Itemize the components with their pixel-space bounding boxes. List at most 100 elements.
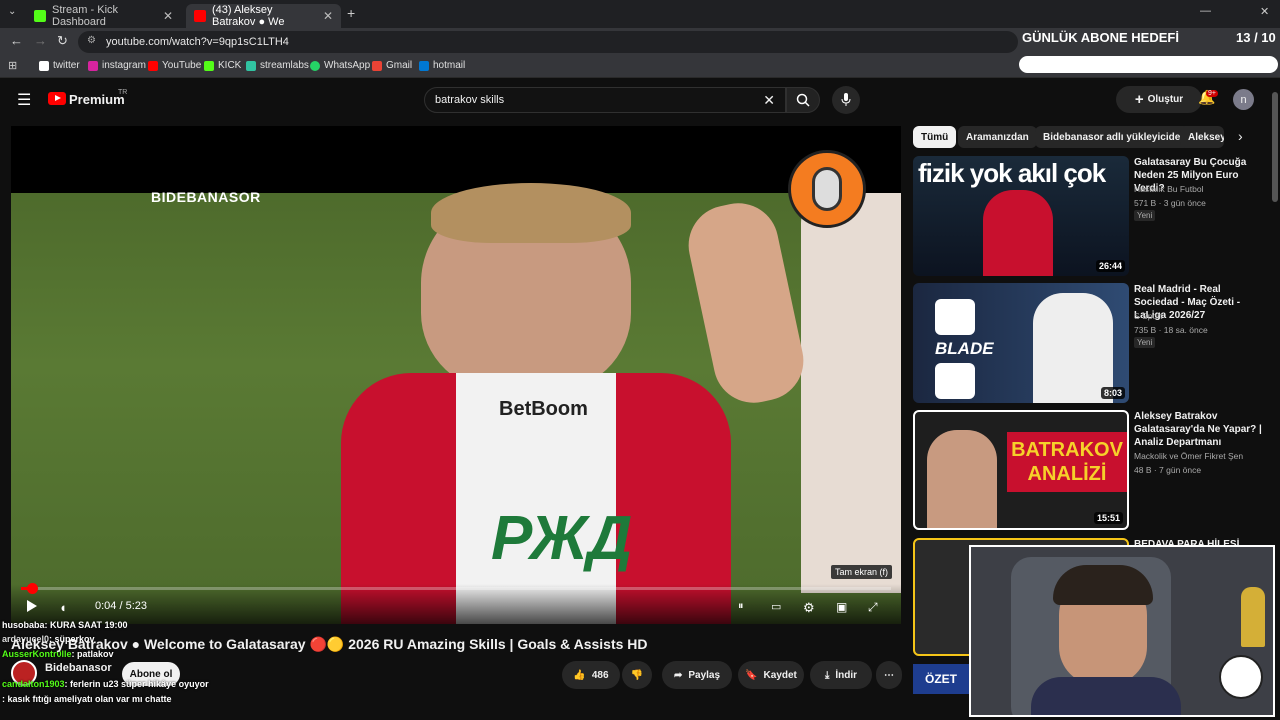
share-button[interactable]: ➦ Paylaş [662,661,732,689]
minimize-icon[interactable]: — [1200,5,1211,17]
scrubber-handle[interactable] [26,583,38,594]
bookmark-streamlabs[interactable]: streamlabs [246,60,309,71]
video-player[interactable]: BetBoom РЖД BIDEBANASOR Tam ekran (f) ◖ … [11,126,901,624]
recommendation-item[interactable]: fizik yok akıl çok 26:44 Galatasaray Bu … [913,156,1273,276]
bookmark-youtube[interactable]: YouTube [148,60,201,71]
background-player [801,193,901,593]
chat-message: candalton1903: ferlerin u23 süper hikâye… [2,679,209,689]
channel-name[interactable]: Bidebanasor [45,662,112,674]
chip-from-search[interactable]: Aramanızdan [958,126,1037,148]
bookmark-hotmail[interactable]: hotmail [419,60,465,71]
youtube-logo-text[interactable]: Premium [69,92,125,107]
forward-icon[interactable]: → [34,33,47,48]
bookmark-instagram[interactable]: instagram [88,60,146,71]
back-icon[interactable]: ← [10,33,23,48]
youtube-logo-icon[interactable] [48,92,66,105]
tab-label: (43) Aleksey Batrakov ● We [212,4,285,28]
microphone-icon [812,167,842,211]
bookmark-kick[interactable]: KICK [204,60,241,71]
share-icon: ➦ [673,669,683,681]
new-badge: Yeni [1134,210,1156,221]
duration-badge: 26:44 [1095,260,1125,272]
search-value: batrakov skills [435,94,505,106]
subscriber-goal-label: GÜNLÜK ABONE HEDEFİ [1022,30,1179,45]
channel-name[interactable]: Hastalık Bu Futbol [1134,184,1203,194]
bookmark-twitter[interactable]: twitter [39,60,80,71]
outlook-icon [419,60,429,71]
tab-search-icon[interactable]: ⌄ [8,6,16,17]
video-frame: BetBoom РЖД [11,183,901,624]
instagram-icon [88,60,98,71]
avatar[interactable]: n [1233,89,1254,110]
kick-icon [34,10,46,22]
theater-mode-button[interactable]: ▣ [836,600,847,614]
play-button[interactable] [27,600,37,612]
recommendation-item[interactable]: BLADE 8:03 Real Madrid - Real Sociedad -… [913,283,1273,403]
progress-bar[interactable] [21,583,891,594]
apps-grid-icon[interactable]: ⊞ [8,59,17,72]
podcast-logo [788,150,866,228]
microphone-icon [841,93,851,106]
volume-button[interactable]: ◖ [59,600,67,615]
youtube-icon [148,60,158,71]
autoplay-toggle[interactable]: ⏸ [738,600,744,613]
more-actions-button[interactable]: ⋯ [876,661,902,689]
chat-message: husobaba: KURA SAAT 19:00 [2,620,128,630]
new-tab-icon[interactable]: + [347,5,355,21]
save-button[interactable]: 🔖 Kaydet [738,661,804,689]
channel-watermark: BIDEBANASOR [151,189,261,205]
view-meta: 735 B · 18 sa. önce [1134,325,1208,335]
duration-badge: 15:51 [1093,512,1123,524]
chip-all[interactable]: Tümü [913,126,957,148]
reload-icon[interactable]: ↻ [57,33,68,49]
site-info-icon[interactable]: ⚙ [87,35,96,46]
real-sociedad-crest [935,363,975,399]
recommendation-item[interactable]: BATRAKOV ANALİZİ 15:51 Aleksey Batrakov … [913,410,1273,530]
search-icon [796,93,810,107]
bookmark-gmail[interactable]: Gmail [372,60,412,71]
background-arm [681,195,811,411]
channel-name[interactable]: S Sport [1134,311,1162,321]
real-madrid-crest [935,299,975,335]
close-icon[interactable]: ✕ [323,9,333,23]
region-label: TR [118,89,128,96]
video-thumbnail[interactable]: BLADE 8:03 [913,283,1129,403]
close-icon[interactable]: ✕ [163,9,173,23]
fullscreen-icon: ⤢ [868,600,878,614]
url-text: youtube.com/watch?v=9qp1sC1LTH4 [106,36,289,48]
chip-aleksey[interactable]: Aleksey [1180,126,1224,148]
bookmark-icon: 🔖 [745,669,758,681]
search-input[interactable]: batrakov skills ✕ [424,87,786,113]
thumbnail-text: BATRAKOV ANALİZİ [1007,432,1127,492]
duration-badge: 8:03 [1100,387,1125,399]
channel-name[interactable]: Mackolik ve Ömer Fikret Şen [1134,451,1243,461]
subtitles-button[interactable]: ▭ [771,600,781,613]
voice-search-button[interactable] [832,86,860,114]
search-button[interactable] [786,87,820,113]
video-thumbnail[interactable]: fizik yok akıl çok 26:44 [913,156,1129,276]
thumbs-up-icon: 👍 [573,669,586,681]
window-close-icon[interactable]: ✕ [1260,5,1269,18]
chevron-right-icon[interactable]: › [1238,128,1243,144]
tab-youtube-video[interactable]: (43) Aleksey Batrakov ● We ✕ [186,4,341,28]
chip-from-uploader[interactable]: Bidebanasor adlı yükleyiciden [1035,126,1195,148]
menu-icon[interactable]: ☰ [17,90,31,110]
create-button[interactable]: + Oluştur [1116,86,1202,113]
video-thumbnail[interactable]: BATRAKOV ANALİZİ 15:51 [913,410,1129,530]
settings-button[interactable]: ⚙ [803,600,815,616]
url-field[interactable]: ⚙ youtube.com/watch?v=9qp1sC1LTH4 [78,31,1018,53]
volume-icon: ◖ [59,600,67,615]
like-button[interactable]: 👍 486 [562,661,620,689]
dislike-button[interactable]: 👎 [622,661,652,689]
page-scrollbar[interactable] [1272,92,1278,202]
view-meta: 571 B · 3 gün önce [1134,198,1206,208]
bookmark-whatsapp[interactable]: WhatsApp [310,60,370,71]
download-button[interactable]: ⤓ İndir [810,661,872,689]
thumbnail-text: BLADE [935,339,994,358]
fullscreen-button[interactable]: ⤢ [868,600,878,615]
clear-search-icon[interactable]: ✕ [763,92,775,109]
x-icon [39,60,49,71]
tab-kick-dashboard[interactable]: Stream - Kick Dashboard ✕ [26,4,181,28]
webcam-overlay [969,545,1275,717]
video-title[interactable]: Aleksey Batrakov Galatasaray'da Ne Yapar… [1134,410,1264,449]
